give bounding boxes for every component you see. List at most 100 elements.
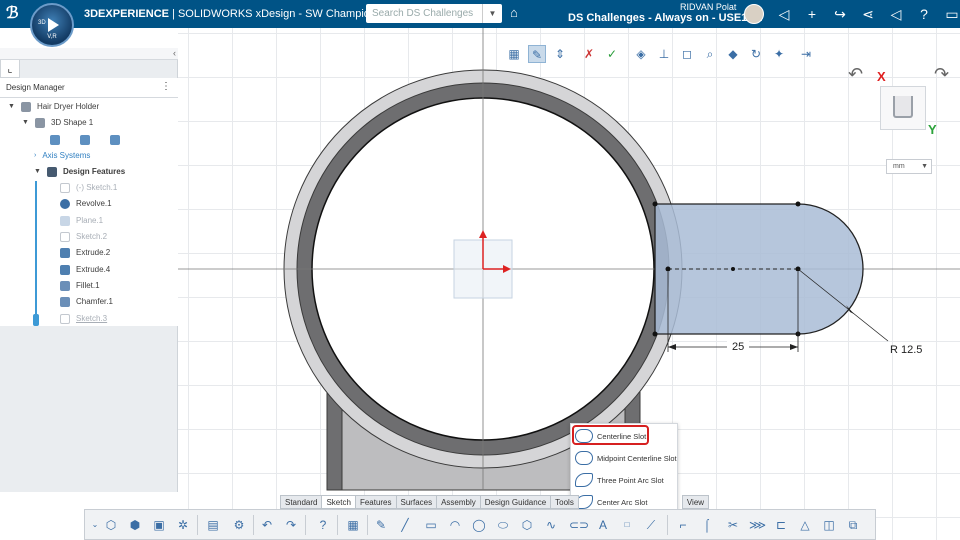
slot-point[interactable] xyxy=(652,201,658,207)
undo-icon[interactable]: ↶ xyxy=(259,517,275,533)
expand-icon[interactable]: ▼ xyxy=(8,100,15,114)
tree-node-design-features[interactable]: ▼ Design Features xyxy=(34,165,125,179)
normal-to-icon[interactable]: ⊥ xyxy=(655,45,673,63)
dim-length-label[interactable]: 25 xyxy=(732,341,744,353)
point-icon[interactable]: □ xyxy=(619,517,635,533)
line-icon[interactable]: ╱ xyxy=(397,517,413,533)
slot-center-point[interactable] xyxy=(665,266,671,272)
kebab-menu-icon[interactable]: ⋮ xyxy=(159,80,173,94)
spline-icon[interactable]: ∿ xyxy=(543,517,559,533)
tab-assembly[interactable]: Assembly xyxy=(436,495,481,509)
view-orientation-icon[interactable]: ◈ xyxy=(632,45,650,63)
chevron-right-icon[interactable]: › xyxy=(34,149,36,163)
play-icon[interactable] xyxy=(48,18,59,32)
convert-icon[interactable]: ⧉ xyxy=(845,517,861,533)
grid-icon[interactable]: ▦ xyxy=(345,517,361,533)
units-select[interactable]: mm ▼ xyxy=(886,159,932,174)
tab-view[interactable]: View xyxy=(681,495,710,509)
display-style-icon[interactable]: ◻ xyxy=(678,45,696,63)
dimension-icon[interactable]: ⇕ xyxy=(551,45,569,63)
zoom-icon[interactable]: ⌕ xyxy=(701,45,719,63)
slot-mid-point[interactable] xyxy=(731,267,735,271)
ds-logo-icon[interactable]: ℬ xyxy=(6,3,19,22)
fillet-tool-icon[interactable]: ⌐ xyxy=(675,517,691,533)
tree-node-extrude2[interactable]: Extrude.2 xyxy=(60,246,110,260)
chevron-down-icon[interactable]: ⌄ xyxy=(87,517,103,533)
view-cube[interactable] xyxy=(880,86,926,130)
tree-node-chamfer1[interactable]: Chamfer.1 xyxy=(60,295,113,309)
slot-point[interactable] xyxy=(652,331,658,337)
tab-surfaces[interactable]: Surfaces xyxy=(395,495,438,509)
rotate-left-icon[interactable]: ↶ xyxy=(848,64,863,85)
tag-icon[interactable]: ⌂ xyxy=(510,5,518,20)
avatar[interactable] xyxy=(744,4,764,24)
extend-icon[interactable]: ⋙ xyxy=(749,517,766,533)
properties-icon[interactable]: ▤ xyxy=(205,517,221,533)
open-icon[interactable]: ⬢ xyxy=(127,517,143,533)
polygon-icon[interactable]: ⬡ xyxy=(519,517,535,533)
tree-node-plane1[interactable]: Plane.1 xyxy=(60,214,103,228)
search-input[interactable]: Search DS Challenges ▼ xyxy=(366,4,502,23)
plane-xy-icon[interactable] xyxy=(50,135,60,145)
notification-icon[interactable]: ◁ xyxy=(774,4,794,24)
add-icon[interactable]: + xyxy=(802,4,822,24)
tree-node-fillet1[interactable]: Fillet.1 xyxy=(60,279,100,293)
dim-radius-label[interactable]: R 12.5 xyxy=(890,344,922,356)
sketch-icon[interactable]: ✎ xyxy=(528,45,546,63)
help-icon[interactable]: ? xyxy=(914,4,934,24)
help-icon[interactable]: ? xyxy=(315,517,331,533)
save-icon[interactable]: ▣ xyxy=(151,517,167,533)
ellipse-icon[interactable]: ⬭ xyxy=(495,517,511,533)
menu-item-midpoint-centerline-slot[interactable]: Midpoint Centerline Slot xyxy=(575,448,677,468)
tree-node-extrude4[interactable]: Extrude.4 xyxy=(60,263,110,277)
tree-node-hair-dryer-holder[interactable]: ▼ Hair Dryer Holder xyxy=(8,100,99,114)
pin-icon[interactable]: ⇥ xyxy=(797,45,815,63)
dimension-tool-icon[interactable]: ⟋ xyxy=(643,517,659,533)
plane-zx-icon[interactable] xyxy=(110,135,120,145)
communication-icon[interactable]: ◁ xyxy=(886,4,906,24)
accept-sketch-icon[interactable]: ✓ xyxy=(603,45,621,63)
collapse-panel-icon[interactable]: ‹ xyxy=(173,48,176,58)
trim-icon[interactable]: ✂ xyxy=(725,517,741,533)
appearance-icon[interactable]: ✦ xyxy=(770,45,788,63)
tree-node-revolve1[interactable]: Revolve.1 xyxy=(60,197,112,211)
tree-node-3d-shape[interactable]: ▼ 3D Shape 1 xyxy=(22,116,93,130)
gear-icon[interactable]: ⚙ xyxy=(231,517,247,533)
tree-node-sketch3[interactable]: Sketch.3 xyxy=(60,312,107,326)
tree-node-axis-systems[interactable]: › Axis Systems xyxy=(34,149,90,163)
exit-sketch-icon[interactable]: ✗ xyxy=(580,45,598,63)
chamfer-tool-icon[interactable]: ⌠ xyxy=(699,517,715,533)
rectangle-icon[interactable]: ▭ xyxy=(423,517,439,533)
view-cube-face[interactable] xyxy=(893,96,913,118)
tree-node-sketch2[interactable]: Sketch.2 xyxy=(60,230,107,244)
network-icon[interactable]: ⋖ xyxy=(858,4,878,24)
tree-tab-icon[interactable]: ⌞ xyxy=(0,60,20,78)
compass-icon[interactable]: 3D V,R xyxy=(30,3,74,47)
tree-node-sketch1[interactable]: (-) Sketch.1 xyxy=(60,181,117,195)
dropdown-icon[interactable]: ▼ xyxy=(921,160,928,173)
tab-sketch[interactable]: Sketch xyxy=(321,495,356,509)
tab-tools[interactable]: Tools xyxy=(550,495,579,509)
rotate-right-icon[interactable]: ↷ xyxy=(934,64,949,85)
tab-standard[interactable]: Standard xyxy=(280,495,323,509)
settings-gear-icon[interactable]: ✲ xyxy=(175,517,191,533)
rotate-icon[interactable]: ↻ xyxy=(747,45,765,63)
tab-design-guidance[interactable]: Design Guidance xyxy=(479,495,552,509)
expand-icon[interactable]: ▼ xyxy=(22,116,29,130)
new-icon[interactable]: ⬡ xyxy=(103,517,119,533)
mirror-icon[interactable]: △ xyxy=(797,517,813,533)
grid-icon[interactable]: ▦ xyxy=(505,45,523,63)
view-cube-icon[interactable]: ◆ xyxy=(724,45,742,63)
pattern-icon[interactable]: ◫ xyxy=(821,517,837,533)
text-icon[interactable]: A xyxy=(595,517,611,533)
rollback-handle[interactable] xyxy=(33,314,39,326)
redo-icon[interactable]: ↷ xyxy=(283,517,299,533)
collapse-icon[interactable]: ▭ xyxy=(942,4,960,24)
expand-icon[interactable]: ▼ xyxy=(34,165,41,179)
arc-icon[interactable]: ◠ xyxy=(447,517,463,533)
sketch-tool-icon[interactable]: ✎ xyxy=(373,517,389,533)
share-icon[interactable]: ↪ xyxy=(830,4,850,24)
search-dropdown-icon[interactable]: ▼ xyxy=(482,4,502,23)
circle-icon[interactable]: ◯ xyxy=(471,517,487,533)
graphics-area[interactable]: 25 R 12.5 xyxy=(178,28,960,540)
